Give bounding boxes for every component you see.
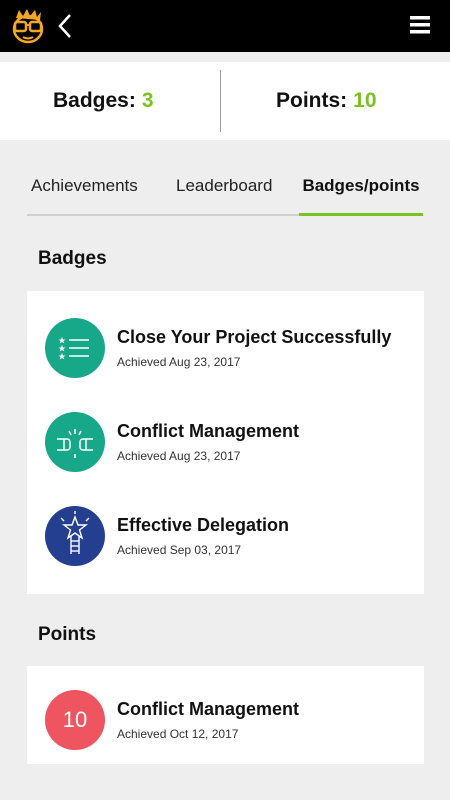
fist-bump-icon: [45, 412, 105, 472]
badges-count-label: Badges:: [53, 89, 136, 112]
tab-bar: Achievements Leaderboard Badges/points: [27, 160, 423, 216]
points-count-label: Points:: [276, 89, 348, 112]
glasses-face-logo-icon[interactable]: [8, 6, 48, 46]
badge-name: Effective Delegation: [117, 515, 290, 535]
badge-item[interactable]: Close Your Project Successfully Achieved…: [45, 318, 415, 380]
badge-name: Close Your Project Successfully: [117, 327, 392, 347]
tab-achievements[interactable]: Achievements: [31, 160, 138, 212]
points-value-circle: 10: [45, 690, 105, 750]
badge-item[interactable]: Effective Delegation Achieved Sep 03, 20…: [45, 506, 415, 568]
points-card: 10 Conflict Management Achieved Oct 12, …: [27, 666, 424, 764]
tab-active-indicator: [299, 213, 423, 216]
badges-section-title: Badges: [38, 248, 107, 269]
checklist-stars-icon: [45, 318, 105, 378]
top-bar: [0, 0, 450, 52]
tab-leaderboard[interactable]: Leaderboard: [176, 160, 272, 212]
stats-summary: Badges: 3 Points: 10: [0, 62, 450, 140]
badges-card: Close Your Project Successfully Achieved…: [27, 291, 424, 594]
stats-divider: [220, 70, 221, 132]
points-section-title: Points: [38, 624, 97, 645]
ladder-star-icon: [45, 506, 105, 566]
badges-count: Badges: 3: [53, 62, 154, 140]
badge-name: Conflict Management: [117, 421, 300, 441]
badges-count-value: 3: [141, 89, 154, 112]
badge-item[interactable]: Conflict Management Achieved Aug 23, 201…: [45, 412, 415, 474]
points-count-value: 10: [353, 89, 377, 112]
points-count: Points: 10: [276, 62, 377, 140]
points-value: 10: [62, 707, 88, 732]
hamburger-menu-icon[interactable]: [410, 14, 430, 36]
badge-date: Achieved Aug 23, 2017: [117, 449, 241, 463]
chevron-left-icon[interactable]: [52, 10, 78, 42]
badge-date: Achieved Sep 03, 2017: [117, 543, 242, 557]
badge-date: Achieved Aug 23, 2017: [117, 355, 241, 369]
tab-badges-points[interactable]: Badges/points: [299, 160, 423, 212]
points-item-date: Achieved Oct 12, 2017: [117, 727, 239, 741]
points-item[interactable]: 10 Conflict Management Achieved Oct 12, …: [45, 690, 415, 752]
points-item-name: Conflict Management: [117, 699, 300, 719]
